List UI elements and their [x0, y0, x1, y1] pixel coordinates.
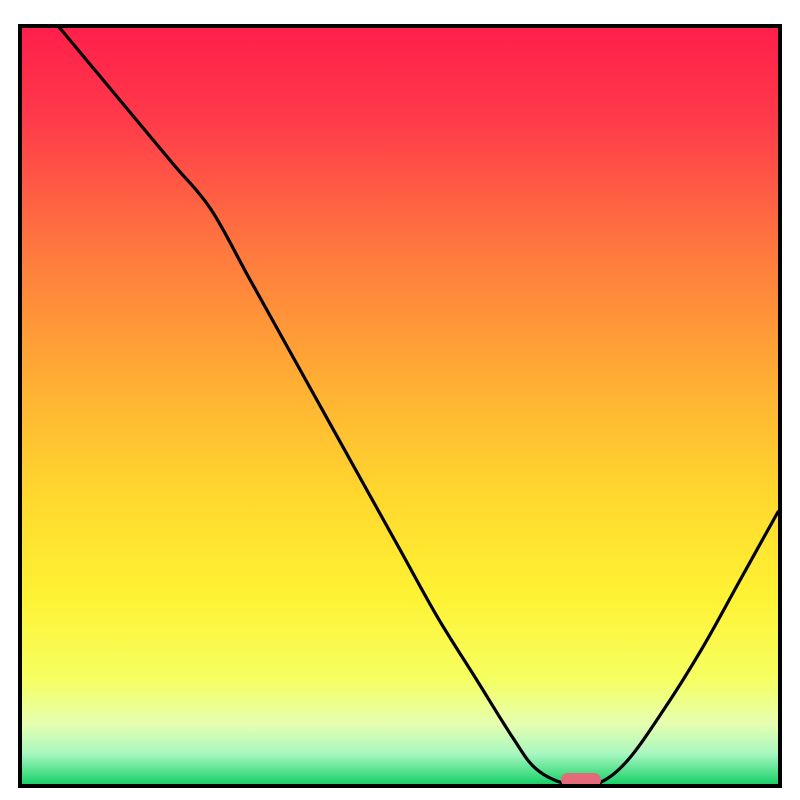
plot-area	[18, 24, 782, 788]
bottleneck-chart: TheBottleneck.com	[18, 24, 782, 788]
bottleneck-curve	[22, 28, 778, 784]
optimal-point-marker	[561, 773, 601, 787]
curve-layer	[22, 28, 778, 784]
